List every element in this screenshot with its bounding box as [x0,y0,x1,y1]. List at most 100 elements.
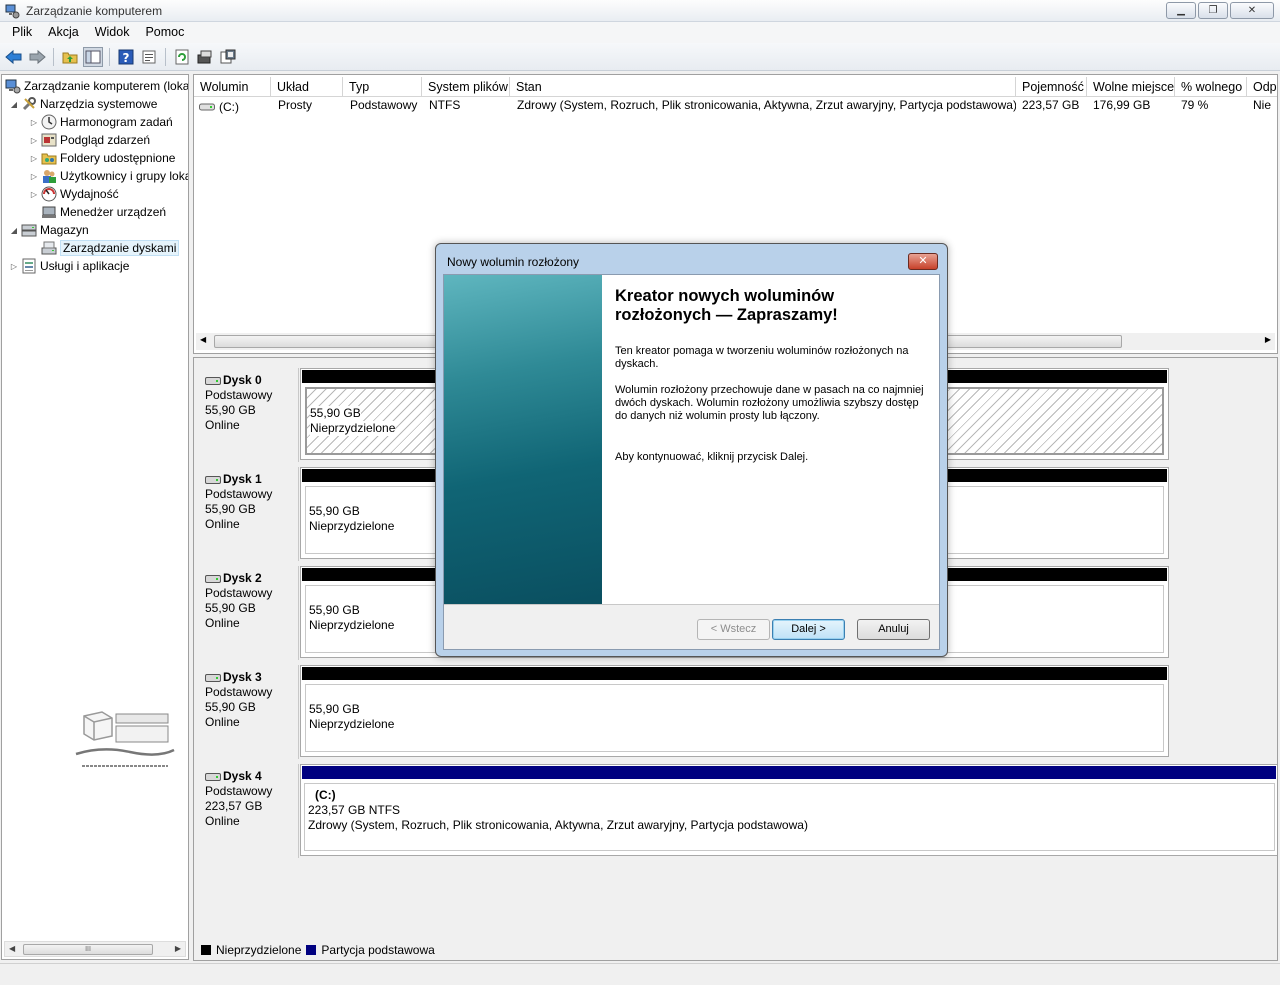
expand-arrow-icon[interactable]: ▷ [29,172,39,181]
type-cell: Podstawowy [350,98,418,112]
properties-icon[interactable] [139,47,159,67]
menu-view[interactable]: Widok [87,22,138,43]
disk-name: Dysk 1 [223,472,262,486]
restore-button[interactable]: ❐ [1198,2,1228,19]
minimize-button[interactable]: ▁ [1166,2,1196,19]
tree-item-system-tools[interactable]: ◢ Narzędzia systemowe [9,95,157,113]
tree-item-local-users[interactable]: ▷ Użytkownicy i grupy lokalne [29,167,188,185]
legend: Nieprzydzielone Partycja podstawowa [193,940,1278,960]
tree-label: Podgląd zdarzeń [60,133,151,147]
menu-file[interactable]: Plik [4,22,40,43]
new-striped-volume-dialog: Nowy wolumin rozłożony ✕ Kreator nowych … [435,243,948,657]
tree-item-services[interactable]: ▷ Usługi i aplikacje [9,257,129,275]
disk-name: Dysk 3 [223,670,262,684]
toolbar-separator [53,47,54,66]
column-header-fault-tolerance[interactable]: Odporność na błędy [1247,77,1277,97]
disk-info[interactable]: Dysk 3 Podstawowy 55,90 GB Online [196,665,299,759]
menu-help[interactable]: Pomoc [137,22,192,43]
disk-name: Dysk 2 [223,571,262,585]
toolbar-separator [109,47,110,66]
scroll-right-icon[interactable]: ▶ [1265,335,1271,344]
capacity-cell: 223,57 GB [1022,98,1080,112]
scroll-left-icon[interactable]: ◀ [9,944,15,953]
partition-size: 55,90 GB [310,406,361,421]
cancel-button[interactable]: Anuluj [857,619,930,640]
menu-action[interactable]: Akcja [40,22,87,43]
table-row[interactable]: (C:) Prosty Podstawowy NTFS Zdrowy (Syst… [194,97,1277,115]
column-header-free-space[interactable]: Wolne miejsce [1087,77,1175,97]
users-icon [43,170,56,183]
disk-name: Dysk 0 [223,373,262,387]
partition-name: (C:) [315,788,336,802]
fault-tolerance-cell: Nie [1253,98,1272,112]
collapse-arrow-icon[interactable]: ◢ [9,100,19,109]
help-icon[interactable]: ? [116,47,136,67]
disk-info[interactable]: Dysk 0 Podstawowy 55,90 GB Online [196,368,299,462]
disk-type: Podstawowy [205,685,273,699]
tree-item-task-scheduler[interactable]: ▷ Harmonogram zadań [29,113,173,131]
disk-info[interactable]: Dysk 2 Podstawowy 55,90 GB Online [196,566,299,660]
column-header-layout[interactable]: Układ [271,77,343,97]
disk-partition[interactable]: (C:) 223,57 GB NTFS Zdrowy (System, Rozr… [300,764,1277,856]
wizard-paragraph-3: Aby kontynuować, kliknij przycisk Dalej. [615,451,809,463]
disk-status: Online [205,814,240,828]
unallocated-bar [302,667,1167,680]
close-button[interactable]: ✕ [1230,2,1274,19]
disk-icon [205,772,221,781]
column-header-capacity[interactable]: Pojemność [1016,77,1087,97]
rescan-icon[interactable] [195,47,215,67]
tree-item-device-manager[interactable]: Menedżer urządzeń [39,203,166,221]
scroll-right-icon[interactable]: ▶ [175,944,181,953]
back-button[interactable]: < Wstecz [697,619,770,640]
collapse-arrow-icon[interactable]: ◢ [9,226,19,235]
column-header-type[interactable]: Typ [343,77,422,97]
column-header-filesystem[interactable]: System plików [422,77,510,97]
scrollbar-thumb[interactable]: III [23,944,153,955]
partition-label: Nieprzydzielone [310,421,396,436]
expand-arrow-icon[interactable]: ▷ [29,136,39,145]
disk-size: 55,90 GB [205,502,256,516]
tree-horizontal-scrollbar[interactable]: ◀ III ▶ [4,941,186,957]
expand-arrow-icon[interactable]: ▷ [9,262,19,271]
partition-body[interactable]: 55,90 GB Nieprzydzielone [305,684,1164,752]
dialog-close-button[interactable]: ✕ [908,253,938,270]
back-arrow-icon[interactable] [4,47,24,67]
column-header-percent-free[interactable]: % wolnego [1175,77,1247,97]
toolbar-separator [165,47,166,66]
disk-info[interactable]: Dysk 1 Podstawowy 55,90 GB Online [196,467,299,561]
disk-size: 55,90 GB [205,700,256,714]
expand-arrow-icon[interactable]: ▷ [29,154,39,163]
export-icon[interactable] [218,47,238,67]
expand-arrow-icon[interactable]: ▷ [29,190,39,199]
tree-label: Magazyn [40,223,89,237]
disk-icon [205,376,221,385]
column-header-volume[interactable]: Wolumin [194,77,271,97]
disk-partition[interactable]: 55,90 GB Nieprzydzielone [300,665,1169,757]
expand-arrow-icon[interactable]: ▷ [29,118,39,127]
disk-size: 223,57 GB [205,799,263,813]
tree-item-performance[interactable]: ▷ Wydajność [29,185,119,203]
tree-item-event-viewer[interactable]: ▷ Podgląd zdarzeń [29,131,150,149]
wizard-content: Kreator nowych woluminów rozłożonych — Z… [615,287,925,477]
disk-size: 55,90 GB [205,601,256,615]
tree-item-shared-folders[interactable]: ▷ Foldery udostępnione [29,149,176,167]
percent-free-cell: 79 % [1181,98,1209,112]
disk-name: Dysk 4 [223,769,262,783]
partition-label: Nieprzydzielone [309,717,395,731]
disk-status: Online [205,715,240,729]
computer-management-icon [5,79,21,94]
up-folder-icon[interactable] [60,47,80,67]
disk-icon [205,574,221,583]
forward-arrow-icon[interactable] [27,47,47,67]
disk-info[interactable]: Dysk 4 Podstawowy 223,57 GB Online [196,764,299,858]
partition-body[interactable]: (C:) 223,57 GB NTFS Zdrowy (System, Rozr… [304,783,1275,851]
tree-item-disk-management[interactable]: Zarządzanie dyskami [39,239,180,257]
wizard-side-banner [444,275,602,604]
tree-item-storage[interactable]: ◢ Magazyn [9,221,89,239]
scroll-left-icon[interactable]: ◀ [200,335,206,344]
show-hide-tree-icon[interactable] [83,46,103,67]
column-header-status[interactable]: Stan [510,77,1016,97]
next-button[interactable]: Dalej > [772,619,845,640]
tree-item-root[interactable]: Zarządzanie komputerem (lokalne) [5,77,188,95]
refresh-icon[interactable] [172,47,192,67]
